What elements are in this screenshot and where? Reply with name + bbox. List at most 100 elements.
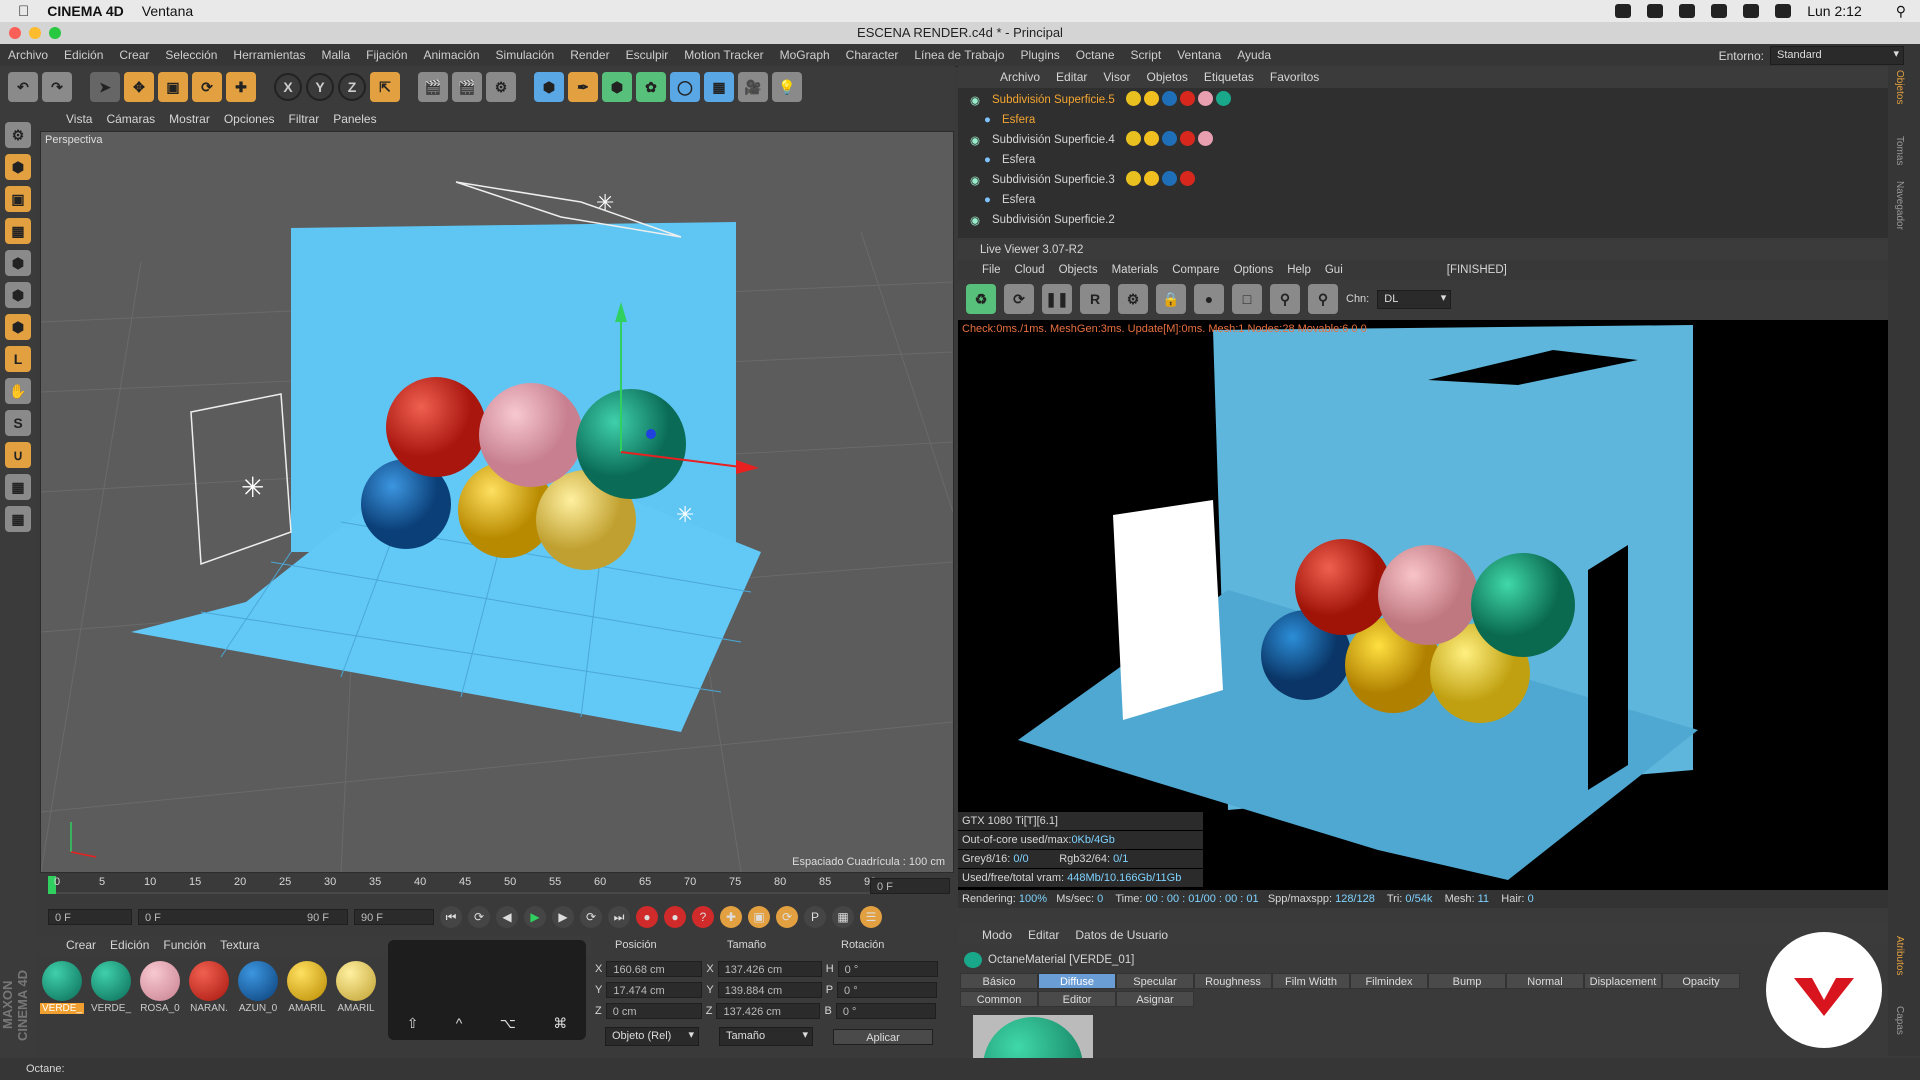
position-z-field[interactable]: 0 cm — [605, 1003, 702, 1019]
settings-gear-icon[interactable]: ⚙ — [1118, 284, 1148, 314]
tab-asignar[interactable]: Asignar — [1116, 991, 1194, 1007]
volume-icon[interactable] — [1743, 4, 1760, 18]
material-swatch[interactable]: ROSA_0 — [138, 961, 182, 1014]
render-view-icon[interactable]: 🎬 — [418, 72, 448, 102]
next-key-icon[interactable]: ▶ — [552, 906, 574, 928]
rotation-h-field[interactable]: 0 ° — [837, 961, 938, 977]
tab-common[interactable]: Common — [960, 991, 1038, 1007]
menu-mograph[interactable]: MoGraph — [772, 48, 838, 62]
x-axis-lock-button[interactable]: X — [274, 73, 302, 101]
viewport-menu-vista[interactable]: Vista — [66, 112, 92, 126]
region-render-icon[interactable]: R — [1080, 284, 1110, 314]
start-frame-field[interactable]: 0 F — [48, 909, 132, 925]
pause-icon[interactable]: ❚❚ — [1042, 284, 1072, 314]
3d-viewport[interactable]: ✳ ✳ ✳ Perspectiva Espaciado Cuadrícula :… — [40, 131, 954, 873]
end-frame-field[interactable]: 90 F — [354, 909, 434, 925]
pick-material-icon[interactable]: ⚲ — [1308, 284, 1338, 314]
size-x-field[interactable]: 137.426 cm — [717, 961, 822, 977]
viewport-menu-paneles[interactable]: Paneles — [333, 112, 376, 126]
lv-menu-gui[interactable]: Gui — [1325, 264, 1343, 276]
light-icon[interactable]: 💡 — [772, 72, 802, 102]
tweak-mode-icon[interactable]: ✋ — [5, 378, 31, 404]
menu-plugins[interactable]: Plugins — [1012, 48, 1067, 62]
material-menu-textura[interactable]: Textura — [220, 938, 259, 952]
side-tab-atributos[interactable]: Atributos — [1894, 936, 1905, 975]
menu-herramientas[interactable]: Herramientas — [225, 48, 313, 62]
texture-mode-icon[interactable]: ▣ — [5, 186, 31, 212]
tab-filmindex[interactable]: Filmindex — [1350, 973, 1428, 989]
list-item[interactable]: ● Esfera — [958, 110, 1888, 130]
make-editable-icon[interactable]: ⚙ — [5, 122, 31, 148]
loop-icon[interactable]: ⟳ — [468, 906, 490, 928]
range-slider[interactable]: 0 F 90 F — [138, 909, 348, 925]
material-swatch[interactable]: AMARIL — [285, 961, 329, 1014]
app-menu-name[interactable]: CINEMA 4D — [47, 3, 124, 19]
scale-key-icon[interactable]: ▣ — [748, 906, 770, 928]
z-axis-lock-button[interactable]: Z — [338, 73, 366, 101]
keyframe-selection-icon[interactable]: ? — [692, 906, 714, 928]
restart-render-icon[interactable]: ⟳ — [1004, 284, 1034, 314]
floor-icon[interactable]: ▦ — [704, 72, 734, 102]
wifi-icon[interactable] — [1711, 4, 1728, 18]
attr-menu-datos-usuario[interactable]: Datos de Usuario — [1075, 928, 1168, 942]
dropbox-icon[interactable] — [1647, 4, 1664, 18]
menu-edicion[interactable]: Edición — [56, 48, 111, 62]
entorno-dropdown[interactable]: Standard — [1770, 46, 1904, 65]
lock-workplane-icon[interactable]: ▦ — [5, 506, 31, 532]
pick-object-icon[interactable]: ⚲ — [1270, 284, 1300, 314]
tab-bump[interactable]: Bump — [1428, 973, 1506, 989]
cloud-icon[interactable] — [1679, 4, 1696, 18]
material-swatch[interactable]: VERDE_ — [40, 961, 84, 1014]
material-menu-funcion[interactable]: Función — [163, 938, 206, 952]
material-swatch[interactable]: VERDE_ — [89, 961, 133, 1014]
coordinate-system-icon[interactable]: ⇱ — [370, 72, 400, 102]
menu-simulacion[interactable]: Simulación — [488, 48, 563, 62]
autokey-icon[interactable]: ● — [664, 906, 686, 928]
cloner-icon[interactable]: ✿ — [636, 72, 666, 102]
record-icon[interactable] — [1615, 4, 1632, 18]
pla-key-icon[interactable]: ▦ — [832, 906, 854, 928]
zoom-window-button[interactable] — [49, 27, 61, 39]
magnet-icon[interactable]: ∪ — [5, 442, 31, 468]
material-swatch[interactable]: NARAN. — [187, 961, 231, 1014]
size-z-field[interactable]: 137.426 cm — [716, 1003, 821, 1019]
timeline-ruler[interactable]: 051015202530354045505560657075808590 0 F — [40, 873, 952, 899]
octane-render-view[interactable]: Check:0ms./1ms. MeshGen:3ms. Update[M]:0… — [958, 320, 1920, 890]
viewport-menu-mostrar[interactable]: Mostrar — [169, 112, 210, 126]
mac-menu-ventana[interactable]: Ventana — [142, 3, 193, 19]
model-mode-icon[interactable]: ⬢ — [5, 154, 31, 180]
menu-seleccion[interactable]: Selección — [157, 48, 225, 62]
side-tab-objetos[interactable]: Objetos — [1894, 70, 1905, 104]
side-tab-navegador[interactable]: Navegador — [1894, 181, 1905, 230]
snap-icon[interactable]: S — [5, 410, 31, 436]
rotation-key-icon[interactable]: ⟳ — [776, 906, 798, 928]
select-tool-icon[interactable]: ➤ — [90, 72, 120, 102]
menu-linea-de-trabajo[interactable]: Línea de Trabajo — [906, 48, 1012, 62]
battery-icon[interactable] — [1775, 4, 1792, 18]
lv-menu-materials[interactable]: Materials — [1112, 264, 1159, 276]
lv-menu-help[interactable]: Help — [1287, 264, 1311, 276]
list-item[interactable]: ◉ Subdivisión Superficie.3 — [958, 170, 1888, 190]
coords-size-mode-dropdown[interactable]: Tamaño — [719, 1027, 813, 1046]
camera-icon[interactable]: 🎥 — [738, 72, 768, 102]
viewport-menu-opciones[interactable]: Opciones — [224, 112, 275, 126]
focus-picker-icon[interactable]: □ — [1232, 284, 1262, 314]
lv-menu-compare[interactable]: Compare — [1172, 264, 1219, 276]
lv-menu-file[interactable]: File — [982, 264, 1001, 276]
attr-menu-editar[interactable]: Editar — [1028, 928, 1059, 942]
timeline-window-icon[interactable]: ☰ — [860, 906, 882, 928]
render-picture-viewer-icon[interactable]: 🎬 — [452, 72, 482, 102]
tab-opacity[interactable]: Opacity — [1662, 973, 1740, 989]
menu-archivo[interactable]: Archivo — [0, 48, 56, 62]
rotation-p-field[interactable]: 0 ° — [837, 982, 938, 998]
viewport-menu-filtrar[interactable]: Filtrar — [289, 112, 320, 126]
points-mode-icon[interactable]: ⬢ — [5, 250, 31, 276]
position-x-field[interactable]: 160.68 cm — [606, 961, 703, 977]
lock-icon[interactable]: 🔒 — [1156, 284, 1186, 314]
go-to-end-icon[interactable]: ⏭ — [608, 906, 630, 928]
channel-dropdown[interactable]: DL — [1377, 289, 1452, 309]
material-menu-edicion[interactable]: Edición — [110, 938, 149, 952]
tab-displacement[interactable]: Displacement — [1584, 973, 1662, 989]
menu-malla[interactable]: Malla — [313, 48, 358, 62]
menu-fijacion[interactable]: Fijación — [358, 48, 415, 62]
